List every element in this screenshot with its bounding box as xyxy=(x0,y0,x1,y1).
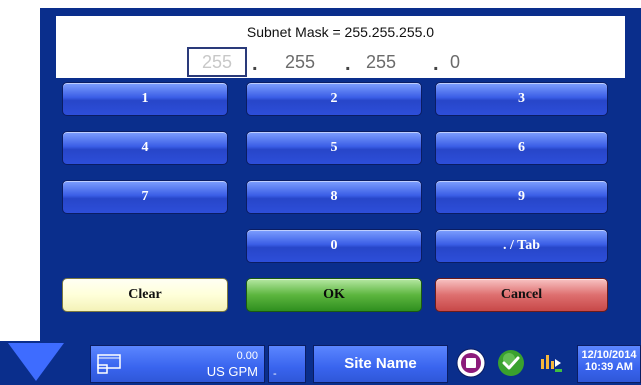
octet-1-field[interactable]: 255 xyxy=(187,47,247,77)
time-label: 10:39 AM xyxy=(585,361,633,373)
window-icon xyxy=(97,354,121,374)
ok-button[interactable]: OK xyxy=(246,278,422,312)
status-slot[interactable]: - xyxy=(268,345,306,383)
date-time-display[interactable]: 12/10/2014 10:39 AM xyxy=(577,345,641,383)
site-name-label: Site Name xyxy=(344,355,417,372)
octet-separator: . xyxy=(252,53,258,75)
clear-button[interactable]: Clear xyxy=(62,278,228,312)
key-4-button[interactable]: 4 xyxy=(62,131,228,165)
status-bar: 0.00 US GPM - Site Name 12/10/2014 10:39… xyxy=(0,341,641,385)
key-1-button[interactable]: 1 xyxy=(62,82,228,116)
keypad-screen: Subnet Mask = 255.255.255.0 255 . 255 . … xyxy=(40,8,641,385)
key-3-button[interactable]: 3 xyxy=(435,82,608,116)
check-ok-icon[interactable] xyxy=(495,347,527,379)
flow-readout[interactable]: 0.00 US GPM xyxy=(90,345,265,383)
octet-3-field[interactable]: 255 xyxy=(351,49,411,75)
status-marker: - xyxy=(273,368,277,380)
ip-entry-display: Subnet Mask = 255.255.255.0 255 . 255 . … xyxy=(56,16,625,78)
cancel-button[interactable]: Cancel xyxy=(435,278,608,312)
flow-value: 0.00 xyxy=(236,350,258,362)
menu-triangle-icon[interactable] xyxy=(8,343,64,381)
key-7-button[interactable]: 7 xyxy=(62,180,228,214)
key-2-button[interactable]: 2 xyxy=(246,82,422,116)
key-9-button[interactable]: 9 xyxy=(435,180,608,214)
stop-record-icon[interactable] xyxy=(455,347,487,379)
dot-tab-button[interactable]: . / Tab xyxy=(435,229,608,263)
key-6-button[interactable]: 6 xyxy=(435,131,608,165)
octet-2-field[interactable]: 255 xyxy=(270,49,330,75)
signal-io-icon[interactable] xyxy=(535,347,567,379)
key-8-button[interactable]: 8 xyxy=(246,180,422,214)
date-label: 12/10/2014 xyxy=(581,349,637,361)
flow-unit: US GPM xyxy=(206,364,258,379)
key-0-button[interactable]: 0 xyxy=(246,229,422,263)
octet-separator: . xyxy=(345,53,351,75)
site-name-button[interactable]: Site Name xyxy=(313,345,448,383)
key-5-button[interactable]: 5 xyxy=(246,131,422,165)
subnet-mask-title: Subnet Mask = 255.255.255.0 xyxy=(246,24,435,40)
octet-4-field[interactable]: 0 xyxy=(425,49,485,75)
